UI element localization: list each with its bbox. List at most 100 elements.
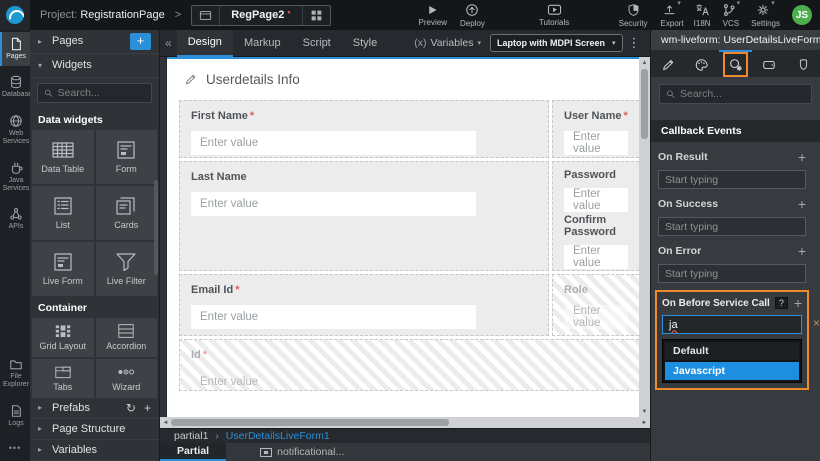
tutorials-button[interactable]: Tutorials — [539, 3, 569, 27]
confirm-password-input[interactable]: Enter value — [564, 245, 628, 269]
add-action-icon[interactable]: + — [794, 295, 802, 311]
widget-tile-grid-layout[interactable]: Grid Layout — [32, 318, 94, 357]
field-last-name[interactable]: Last Name Enter value — [179, 161, 549, 271]
properties-search-input[interactable] — [680, 88, 805, 100]
widget-tile-wizard[interactable]: Wizard — [96, 359, 158, 398]
i18n-button[interactable]: I18N — [694, 3, 711, 28]
field-id[interactable]: Id* Enter value — [179, 339, 639, 391]
design-canvas[interactable]: Userdetails Info First Name* Enter value… — [167, 57, 639, 417]
tab-notification-partial[interactable]: notificational... — [250, 443, 354, 461]
prefabs-section-header[interactable]: ▸ Prefabs ↻ + — [30, 398, 159, 419]
rail-item-web-services[interactable]: Web Services — [0, 109, 30, 152]
properties-search[interactable] — [659, 84, 812, 104]
tab-styles[interactable] — [685, 50, 719, 77]
rail-item-databases[interactable]: Databases — [0, 70, 30, 104]
widget-tile-tabs[interactable]: Tabs — [32, 359, 94, 398]
widgets-section-header[interactable]: ▾ Widgets — [30, 54, 159, 78]
refresh-prefabs-icon[interactable]: ↻ — [126, 401, 136, 415]
variables-dropdown[interactable]: (x) Variables ▾ — [414, 37, 481, 49]
tab-script[interactable]: Script — [292, 30, 342, 57]
vertical-scrollbar[interactable]: ▲ ▼ — [639, 57, 650, 417]
tab-markup[interactable]: Markup — [233, 30, 292, 57]
field-email-id[interactable]: Email Id* Enter value — [179, 274, 549, 336]
widget-tile-list[interactable]: List — [32, 186, 94, 240]
widget-search-input[interactable] — [58, 87, 145, 99]
add-action-icon[interactable]: + — [798, 149, 806, 165]
widget-tile-live-form[interactable]: Live Form — [32, 242, 94, 296]
scroll-left-icon[interactable]: ◄ — [160, 420, 171, 426]
on-result-input[interactable] — [658, 170, 806, 189]
widget-tile-form[interactable]: Form — [96, 130, 158, 184]
rail-item-logs[interactable]: Logs — [0, 399, 30, 433]
on-before-service-call-input[interactable]: ja — [662, 315, 802, 334]
scroll-down-icon[interactable]: ▼ — [642, 406, 648, 417]
tab-device[interactable] — [752, 50, 786, 77]
scroll-up-icon[interactable]: ▲ — [642, 57, 648, 68]
more-options-icon[interactable]: ⋮ — [623, 35, 646, 51]
tab-properties[interactable] — [651, 50, 685, 77]
scrollbar-thumb[interactable] — [171, 419, 449, 426]
deploy-button[interactable]: Deploy — [460, 3, 485, 28]
option-javascript[interactable]: Javascript — [665, 362, 799, 380]
tab-security[interactable] — [786, 50, 820, 77]
add-action-icon[interactable]: + — [798, 243, 806, 259]
user-avatar[interactable]: JS — [792, 5, 812, 25]
required-marker: * — [235, 284, 239, 296]
close-icon[interactable]: × — [813, 316, 820, 330]
settings-button[interactable]: ▾ Settings — [751, 3, 780, 28]
panel-scrollbar[interactable] — [154, 180, 158, 275]
rail-item-apis[interactable]: APIs — [0, 202, 30, 236]
add-prefab-icon[interactable]: + — [144, 401, 151, 415]
device-selector[interactable]: Laptop with MDPI Screen ▾ — [490, 34, 623, 52]
form-title-row[interactable]: Userdetails Info — [167, 59, 639, 97]
field-password-group[interactable]: Password Enter value Confirm Password En… — [552, 161, 639, 271]
search-icon — [44, 88, 53, 98]
password-input[interactable]: Enter value — [564, 188, 628, 212]
pages-section-header[interactable]: ▸ Pages + — [30, 30, 159, 54]
tab-design[interactable]: Design — [177, 30, 233, 57]
rail-item-java-services[interactable]: Java Services — [0, 156, 30, 199]
first-name-input[interactable]: Enter value — [191, 131, 476, 155]
widget-tile-live-filter[interactable]: Live Filter — [96, 242, 158, 296]
app-logo[interactable] — [0, 0, 30, 30]
horizontal-scrollbar[interactable]: ◄ ► — [160, 417, 650, 428]
rail-item-pages[interactable]: Pages — [0, 32, 30, 66]
breadcrumb-parent[interactable]: partial1 — [174, 430, 208, 442]
tab-events[interactable] — [719, 50, 753, 77]
role-input[interactable]: Enter value — [564, 305, 628, 329]
widget-tile-accordion[interactable]: Accordion — [96, 318, 158, 357]
form-icon — [114, 140, 138, 160]
widget-tile-cards[interactable]: Cards — [96, 186, 158, 240]
security-button[interactable]: Security — [619, 3, 648, 28]
field-user-name[interactable]: User Name* Enter value — [552, 100, 639, 158]
page-selector[interactable]: RegPage2 • — [191, 5, 330, 26]
scrollbar-thumb[interactable] — [641, 69, 648, 139]
help-icon[interactable]: ? — [775, 297, 788, 309]
widget-tile-data-table[interactable]: Data Table — [32, 130, 94, 184]
current-page-name[interactable]: RegPage2 • — [219, 6, 302, 25]
on-error-input[interactable] — [658, 264, 806, 283]
scroll-right-icon[interactable]: ► — [639, 420, 650, 426]
vcs-button[interactable]: ▾ VCS — [722, 3, 741, 28]
user-name-input[interactable]: Enter value — [564, 131, 628, 155]
tab-style[interactable]: Style — [342, 30, 388, 57]
rail-more-icon[interactable]: ••• — [0, 437, 30, 461]
add-page-button[interactable]: + — [130, 33, 151, 50]
preview-button[interactable]: Preview — [419, 4, 447, 27]
add-action-icon[interactable]: + — [798, 196, 806, 212]
on-success-input[interactable] — [658, 217, 806, 236]
option-default[interactable]: Default — [665, 342, 799, 360]
collapse-panel-icon[interactable]: « — [160, 36, 177, 50]
rail-item-file-explorer[interactable]: File Explorer — [0, 352, 30, 395]
page-structure-section-header[interactable]: ▸ Page Structure — [30, 419, 159, 440]
last-name-input[interactable]: Enter value — [191, 192, 476, 216]
tab-partial[interactable]: Partial — [160, 443, 226, 461]
pages-grid-icon[interactable] — [303, 6, 330, 25]
export-button[interactable]: ▾ Export — [661, 3, 684, 28]
email-id-input[interactable]: Enter value — [191, 305, 476, 329]
field-role[interactable]: Role Enter value — [552, 274, 639, 336]
field-first-name[interactable]: First Name* Enter value — [179, 100, 549, 158]
breadcrumb-current[interactable]: UserDetailsLiveForm1 — [226, 430, 330, 442]
widget-search[interactable] — [37, 83, 152, 103]
variables-section-header[interactable]: ▸ Variables — [30, 440, 159, 461]
